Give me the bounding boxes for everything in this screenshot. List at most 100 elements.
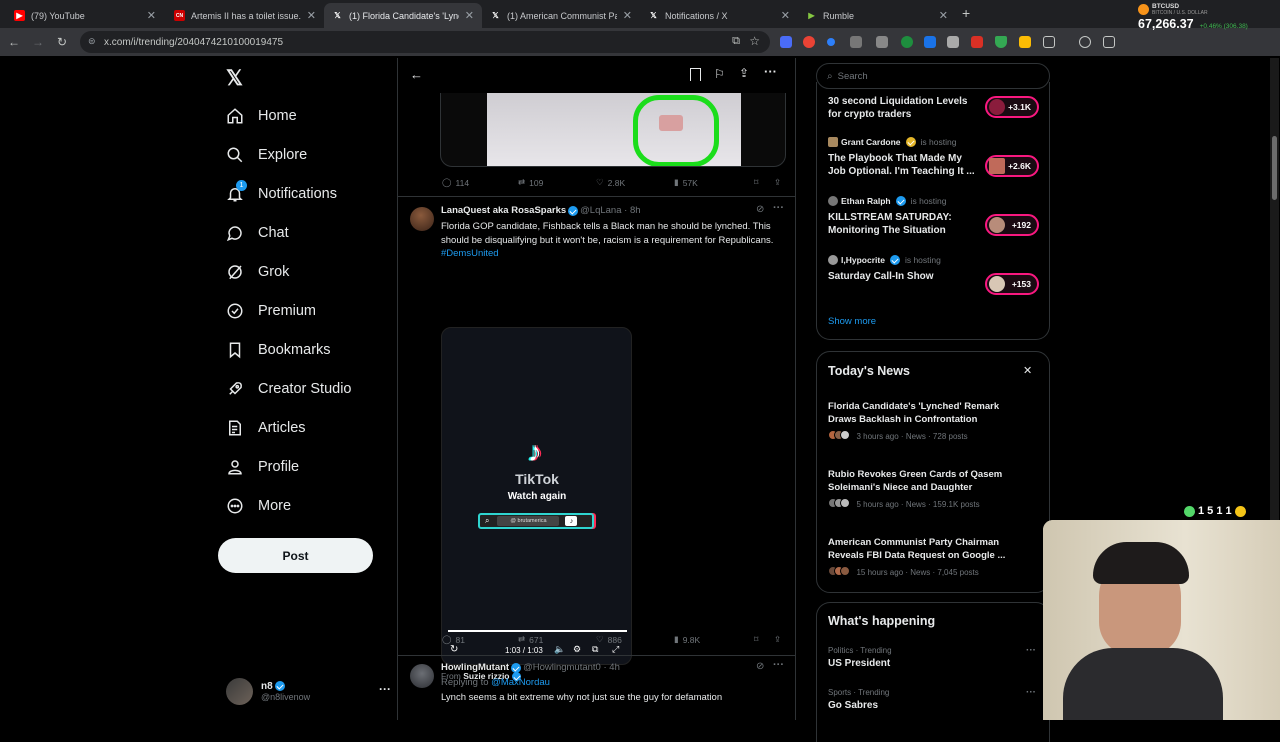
close-tab-icon[interactable]: ✕: [147, 9, 156, 22]
puzzle-icon[interactable]: [1043, 36, 1055, 48]
new-tab-icon[interactable]: +: [962, 5, 970, 21]
nav-item-bookmarks[interactable]: Bookmarks: [226, 335, 331, 365]
grok-icon[interactable]: ⊘: [756, 661, 764, 672]
avatar[interactable]: [410, 664, 434, 688]
more-dots-icon[interactable]: ···: [1026, 645, 1036, 656]
flag-icon[interactable]: ⚐: [714, 67, 725, 81]
extension-icon[interactable]: [780, 36, 792, 48]
bookmark-star-icon[interactable]: ☆: [749, 34, 760, 48]
scrollbar-thumb[interactable]: [1272, 136, 1277, 200]
author-name[interactable]: LanaQuest aka RosaSparks: [441, 205, 566, 216]
browser-tab[interactable]: CN Artemis II has a toilet issue. All a …: [166, 3, 324, 28]
extension-icon[interactable]: [1103, 36, 1115, 48]
volume-icon[interactable]: 🔈: [554, 644, 565, 655]
extension-icon[interactable]: [803, 36, 815, 48]
nav-item-creator-studio[interactable]: Creator Studio: [226, 374, 352, 404]
share-icon[interactable]: ⇪: [774, 634, 781, 645]
author-handle[interactable]: @Howlingmutant0: [523, 662, 601, 673]
avatar[interactable]: [410, 207, 434, 231]
extension-icon[interactable]: [850, 36, 862, 48]
post-time[interactable]: · 8h: [624, 205, 640, 216]
reload-icon[interactable]: ↻: [54, 34, 70, 50]
bookmark-icon[interactable]: ⌑: [754, 177, 758, 188]
space-listener-badge[interactable]: +153: [985, 273, 1039, 295]
like-count[interactable]: ♡ 886: [596, 634, 622, 645]
repost-count[interactable]: ⇄ 671: [518, 634, 543, 645]
space-item[interactable]: I,Hypocrite is hosting Saturday Call-In S…: [828, 255, 978, 283]
more-dots-icon[interactable]: ···: [773, 202, 784, 214]
browser-tab[interactable]: ▶ Rumble ✕: [798, 3, 956, 28]
bookmark-icon[interactable]: ⌑: [754, 634, 758, 645]
extension-icon[interactable]: [947, 36, 959, 48]
watch-again-label[interactable]: Watch again: [442, 491, 632, 502]
close-tab-icon[interactable]: ✕: [465, 9, 474, 22]
reply-count[interactable]: ◯ 81: [442, 634, 465, 645]
more-dots-icon[interactable]: ···: [1026, 687, 1036, 698]
extension-icon[interactable]: [876, 36, 888, 48]
space-listener-badge[interactable]: +2.6K: [985, 155, 1039, 177]
extension-icon[interactable]: [827, 38, 835, 46]
extension-icon[interactable]: [901, 36, 913, 48]
extension-icon[interactable]: [924, 36, 936, 48]
nav-item-premium[interactable]: Premium: [226, 296, 316, 326]
post-button[interactable]: Post: [218, 538, 373, 573]
hashtag-link[interactable]: #DemsUnited: [441, 248, 499, 259]
repost-count[interactable]: ⇄ 109: [518, 177, 543, 188]
post-time[interactable]: · 4h: [603, 662, 619, 673]
author-name[interactable]: HowlingMutant: [441, 662, 509, 673]
history-icon[interactable]: [1079, 36, 1091, 48]
replay-icon[interactable]: ↻: [450, 644, 458, 655]
account-switcher[interactable]: n8 @n8livenow ···: [226, 674, 391, 708]
space-item[interactable]: Grant Cardone is hosting The Playbook Tha…: [828, 137, 978, 178]
trend-item[interactable]: Sports · Trending Go Sabres: [828, 688, 1038, 711]
video-progress-bar[interactable]: [448, 630, 627, 632]
like-count[interactable]: ♡ 2.8K: [596, 177, 625, 188]
browser-tab-active[interactable]: 𝕏 (1) Florida Candidate's 'Lynched' ✕: [324, 3, 482, 28]
share-icon[interactable]: ⇪: [739, 66, 749, 80]
mention-link[interactable]: @MaxNordau: [491, 677, 550, 688]
nav-item-grok[interactable]: Grok: [226, 257, 289, 287]
space-listener-badge[interactable]: +192: [985, 214, 1039, 236]
nav-item-notifications[interactable]: 1 Notifications: [226, 179, 337, 209]
close-tab-icon[interactable]: ✕: [307, 9, 316, 22]
reply-count[interactable]: ◯ 114: [442, 177, 469, 188]
space-item[interactable]: Ethan Ralph is hosting KILLSTREAM SATURDA…: [828, 196, 978, 237]
pip-icon[interactable]: ⧉: [592, 644, 598, 655]
previous-post-media[interactable]: [440, 93, 786, 167]
news-item[interactable]: American Communist Party Chairman Reveal…: [828, 536, 1028, 578]
install-app-icon[interactable]: ⧉: [732, 35, 740, 48]
x-logo-icon[interactable]: 𝕏: [226, 66, 243, 91]
news-item[interactable]: Rubio Revokes Green Cards of Qasem Solei…: [828, 468, 1028, 510]
more-dots-icon[interactable]: ···: [764, 64, 777, 79]
share-icon[interactable]: ⇪: [774, 177, 781, 188]
back-arrow-icon[interactable]: ←: [6, 34, 22, 50]
space-item[interactable]: 30 second Liquidation Levels for crypto …: [828, 95, 978, 121]
browser-tab[interactable]: ▶ (79) YouTube ✕: [6, 3, 164, 28]
fullscreen-icon[interactable]: ⤢: [612, 644, 619, 655]
bookmark-icon[interactable]: [690, 68, 701, 81]
nav-item-more[interactable]: More: [226, 491, 291, 521]
show-more-link[interactable]: Show more: [828, 316, 876, 327]
view-count[interactable]: ▮ 57K: [674, 177, 698, 188]
site-info-icon[interactable]: ⊜: [88, 36, 96, 47]
nav-item-profile[interactable]: Profile: [226, 452, 299, 482]
forward-arrow-icon[interactable]: →: [30, 34, 46, 50]
nav-item-explore[interactable]: Explore: [226, 140, 307, 170]
extension-icon[interactable]: [1019, 36, 1031, 48]
close-icon[interactable]: ✕: [1023, 364, 1032, 377]
more-dots-icon[interactable]: ···: [773, 659, 784, 671]
grok-icon[interactable]: ⊘: [756, 204, 764, 215]
trend-item[interactable]: Politics · Trending US President: [828, 646, 1038, 669]
close-tab-icon[interactable]: ✕: [939, 9, 948, 22]
browser-tab[interactable]: 𝕏 (1) American Communist Party ✕: [482, 3, 640, 28]
address-bar[interactable]: ⊜ x.com/i/trending/2040474210100019475 ⧉…: [80, 31, 770, 53]
browser-tab[interactable]: 𝕏 Notifications / X ✕: [640, 3, 798, 28]
nav-item-chat[interactable]: Chat: [226, 218, 289, 248]
video-player[interactable]: ♪ TikTok Watch again ⌕ @ brutamerica ♪ ↻…: [441, 327, 632, 665]
settings-gear-icon[interactable]: ⚙: [573, 644, 581, 655]
post-article[interactable]: LanaQuest aka RosaSparks @LqLana · 8h ⊘ …: [398, 197, 795, 681]
author-handle[interactable]: @LqLana: [580, 205, 621, 216]
nav-item-home[interactable]: Home: [226, 101, 297, 131]
back-arrow-icon[interactable]: ←: [410, 67, 423, 82]
close-tab-icon[interactable]: ✕: [781, 9, 790, 22]
